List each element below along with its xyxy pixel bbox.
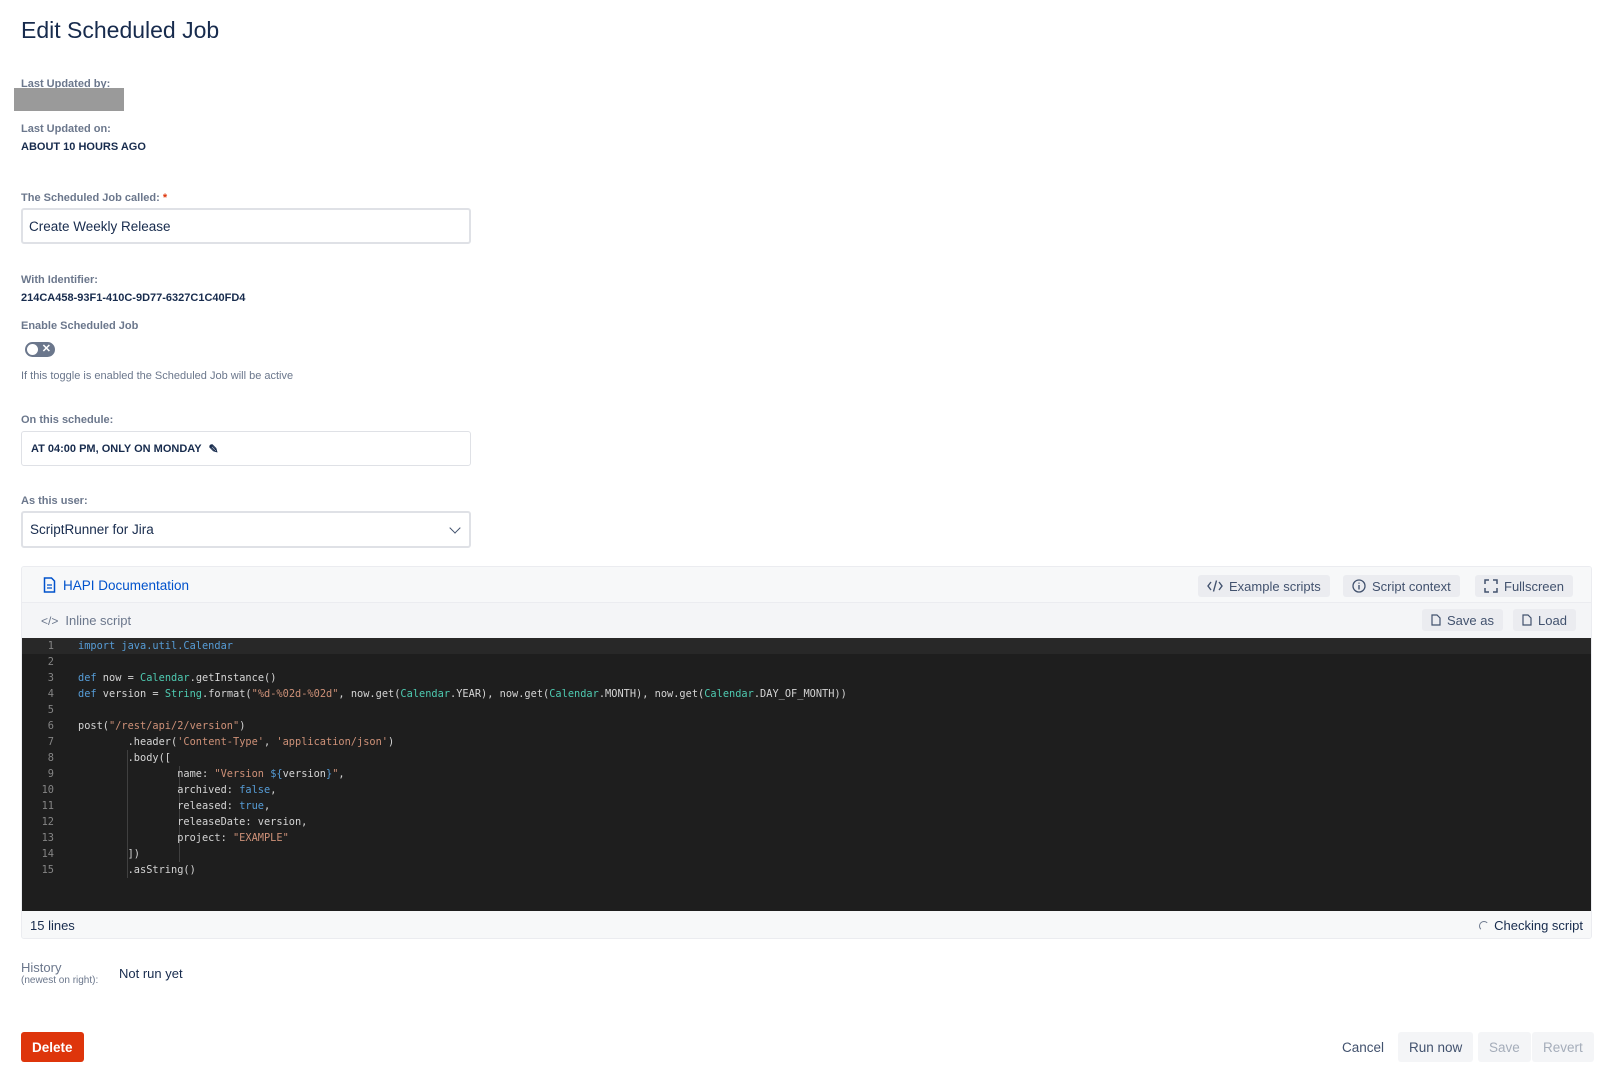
code-text: post("/rest/api/2/version") <box>78 720 246 732</box>
example-scripts-button[interactable]: Example scripts <box>1198 575 1330 597</box>
editor-footer: 15 lines Checking script <box>22 911 1591 938</box>
line-number: 15 <box>41 864 54 876</box>
history-value: Not run yet <box>119 966 183 981</box>
inline-script-label: Inline script <box>65 613 132 628</box>
line-number: 9 <box>47 768 54 780</box>
job-name-input[interactable] <box>21 208 471 244</box>
code-text: def version = String.format("%d-%02d-%02… <box>78 688 847 700</box>
toggle-off-icon: ✕ <box>41 343 51 355</box>
code-text: .asString() <box>78 864 196 876</box>
cancel-button[interactable]: Cancel <box>1331 1032 1395 1062</box>
schedule-field[interactable]: AT 04:00 PM, ONLY ON MONDAY ✎ <box>21 431 471 466</box>
fullscreen-label: Fullscreen <box>1504 578 1564 594</box>
line-number: 6 <box>47 720 54 732</box>
example-scripts-label: Example scripts <box>1229 578 1321 594</box>
editor-toolbar: HAPI Documentation Example scripts Scrip… <box>22 567 1591 603</box>
identifier-label: With Identifier: <box>21 274 98 286</box>
info-icon <box>1352 579 1366 593</box>
script-context-label: Script context <box>1372 578 1451 594</box>
hapi-documentation-label: HAPI Documentation <box>63 577 190 593</box>
code-editor[interactable]: 1 import java.util.Calendar 2 3 def now = Ca… <box>22 638 1591 911</box>
line-number: 14 <box>41 848 54 860</box>
spinner-icon <box>1479 920 1490 931</box>
enable-help-text: If this toggle is enabled the Scheduled … <box>21 370 294 382</box>
code-icon <box>1207 580 1223 592</box>
revert-button[interactable]: Revert <box>1532 1032 1594 1062</box>
code-text: ]) <box>78 848 140 860</box>
line-number: 5 <box>47 704 54 716</box>
script-editor: HAPI Documentation Example scripts Scrip… <box>21 566 1592 939</box>
code-text: released: true, <box>78 800 271 812</box>
last-updated-on-value: ABOUT 10 HOURS AGO <box>21 141 146 153</box>
user-label: As this user: <box>21 495 88 507</box>
user-select[interactable]: ScriptRunner for Jira <box>21 511 471 548</box>
editor-subtoolbar: </> Inline script Save as Load <box>22 603 1591 638</box>
last-updated-on-label: Last Updated on: <box>21 123 111 135</box>
code-icon: </> <box>41 613 59 628</box>
save-as-button[interactable]: Save as <box>1422 609 1503 631</box>
delete-button[interactable]: Delete <box>21 1032 84 1062</box>
toggle-knob <box>27 344 38 355</box>
script-status-label: Checking script <box>1494 918 1583 933</box>
file-icon <box>1522 614 1532 626</box>
code-text: .body([ <box>78 752 171 764</box>
script-status: Checking script <box>1479 918 1583 933</box>
code-text: import java.util.Calendar <box>78 640 233 652</box>
identifier-value: 214CA458-93F1-410C-9D77-6327C1C40FD4 <box>21 292 246 304</box>
line-count: 15 lines <box>30 918 75 933</box>
line-number: 13 <box>41 832 54 844</box>
run-now-button[interactable]: Run now <box>1398 1032 1474 1062</box>
pencil-icon[interactable]: ✎ <box>209 442 219 456</box>
schedule-label: On this schedule: <box>21 414 114 426</box>
schedule-value: AT 04:00 PM, ONLY ON MONDAY <box>31 442 202 455</box>
load-label: Load <box>1538 612 1567 628</box>
save-as-label: Save as <box>1447 612 1494 628</box>
line-number: 11 <box>41 800 54 812</box>
code-text: releaseDate: version, <box>78 816 308 828</box>
required-mark: * <box>162 192 168 204</box>
line-number: 7 <box>47 736 54 748</box>
code-text: archived: false, <box>78 784 277 796</box>
enable-label: Enable Scheduled Job <box>21 320 139 332</box>
line-number: 8 <box>47 752 54 764</box>
inline-script-tab[interactable]: </> Inline script <box>41 613 131 628</box>
code-line: 1 import java.util.Calendar <box>22 638 1591 654</box>
fullscreen-button[interactable]: Fullscreen <box>1475 575 1573 597</box>
history-label: History <box>21 960 62 975</box>
code-text: def now = Calendar.getInstance() <box>78 672 277 684</box>
load-button[interactable]: Load <box>1513 609 1576 631</box>
history-sublabel: (newest on right): <box>21 975 99 986</box>
code-text: project: "EXAMPLE" <box>78 832 289 844</box>
save-button[interactable]: Save <box>1478 1032 1531 1062</box>
chevron-down-icon <box>449 521 461 534</box>
fullscreen-icon <box>1484 579 1498 593</box>
job-name-label-text: The Scheduled Job called: <box>21 192 160 204</box>
line-number: 12 <box>41 816 54 828</box>
job-name-label: The Scheduled Job called: * <box>21 192 167 204</box>
document-icon <box>43 577 56 593</box>
redacted-user-name <box>14 88 124 111</box>
script-context-button[interactable]: Script context <box>1343 575 1460 597</box>
page-title: Edit Scheduled Job <box>21 17 220 43</box>
user-select-value: ScriptRunner for Jira <box>30 522 154 537</box>
line-number: 2 <box>47 656 54 668</box>
hapi-documentation-link[interactable]: HAPI Documentation <box>43 577 189 593</box>
file-icon <box>1431 614 1441 626</box>
line-number: 3 <box>47 672 54 684</box>
line-number: 1 <box>47 640 54 652</box>
line-number: 4 <box>47 688 54 700</box>
code-text: name: "Version ${version}", <box>78 768 345 780</box>
code-text: .header('Content-Type', 'application/jso… <box>78 736 395 748</box>
enable-toggle[interactable]: ✕ <box>25 342 55 357</box>
line-number: 10 <box>41 784 54 796</box>
